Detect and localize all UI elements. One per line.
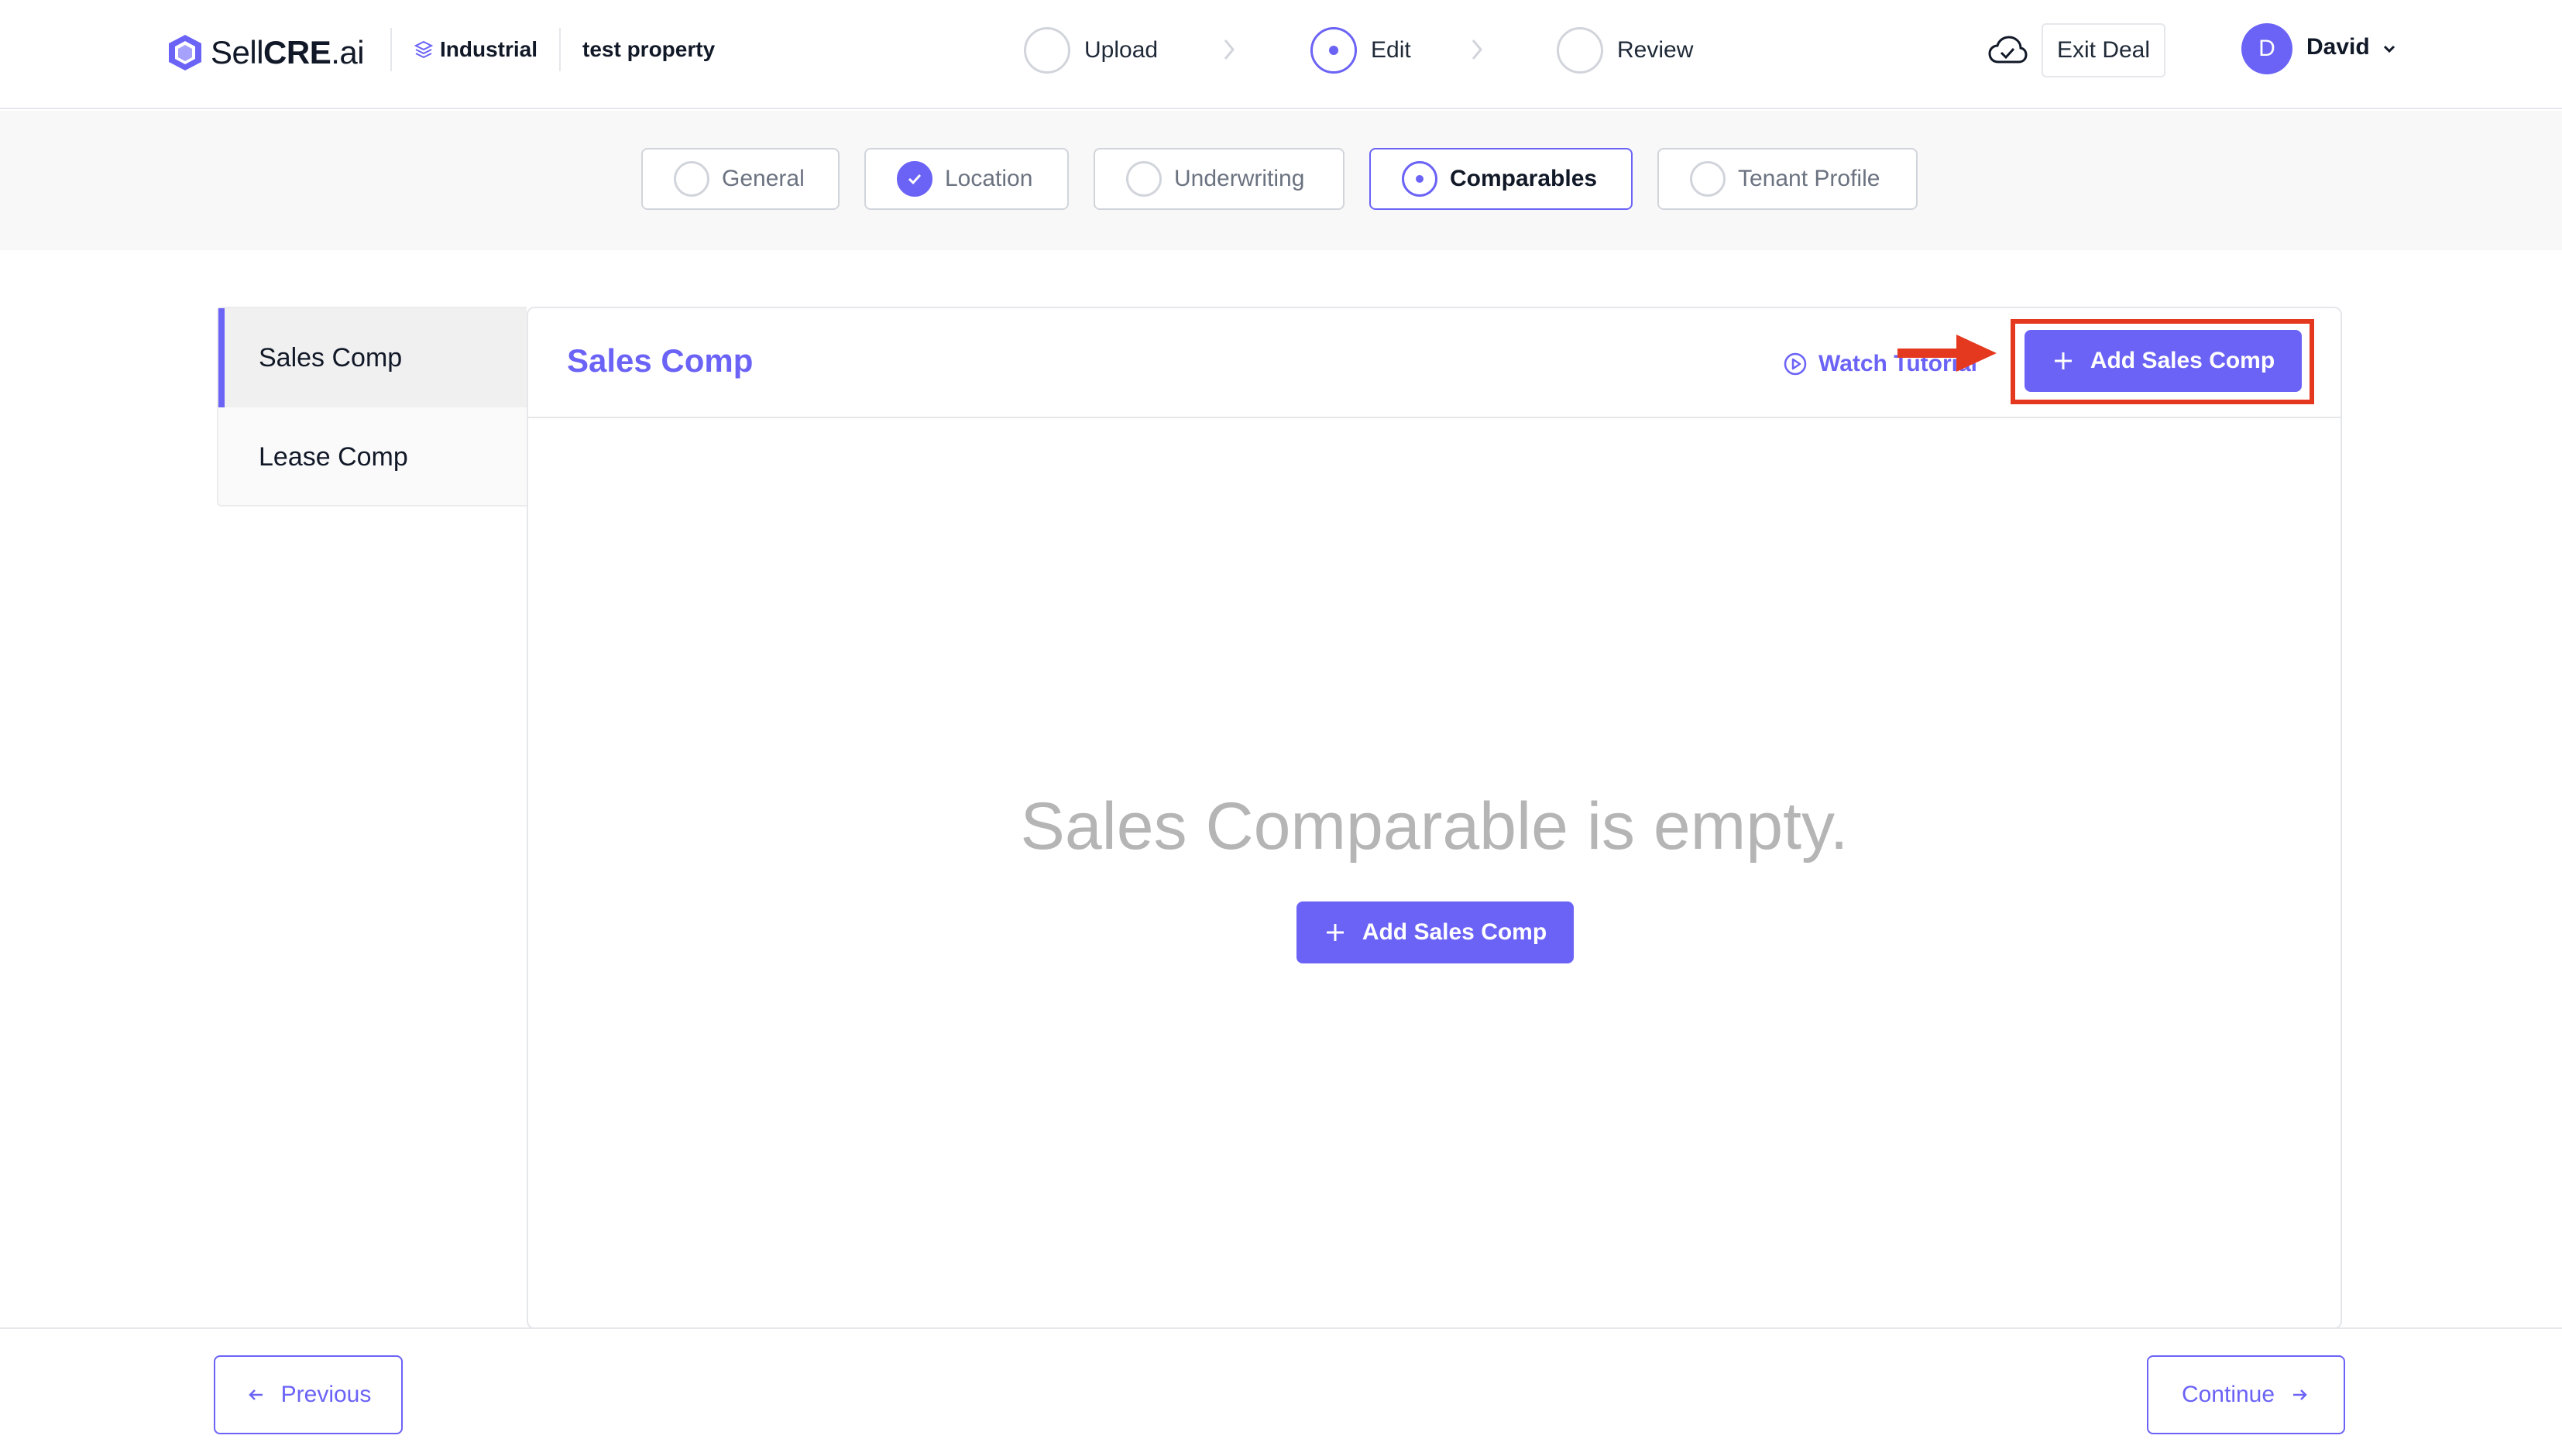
tab-tenant-profile[interactable]: Tenant Profile — [1657, 148, 1918, 210]
annotation-arrow-icon — [1897, 335, 1997, 372]
breadcrumb-property-name: test property — [582, 37, 716, 61]
arrow-right-icon — [2293, 1389, 2307, 1400]
arrow-left-icon — [248, 1389, 263, 1400]
user-name[interactable]: David — [2306, 34, 2370, 60]
logo-icon — [169, 35, 201, 70]
divider — [390, 28, 392, 71]
continue-button[interactable]: Continue — [2147, 1355, 2345, 1434]
plus-icon — [1326, 924, 1344, 941]
chevron-down-icon[interactable] — [2381, 40, 2398, 57]
exit-deal-button[interactable]: Exit Deal — [2042, 23, 2165, 77]
panel-header: Sales Comp Watch Tutorial Add Sales Comp — [528, 308, 2340, 418]
step-circle — [1557, 27, 1603, 74]
footer-nav: Previous Continue — [0, 1327, 2562, 1456]
tab-status-icon — [1690, 161, 1726, 197]
cloud-check-icon[interactable] — [1987, 34, 2028, 67]
logo-text: SellCRE.ai — [211, 34, 365, 70]
tab-underwriting[interactable]: Underwriting — [1094, 148, 1345, 210]
step-circle — [1024, 27, 1070, 74]
empty-add-sales-comp-button[interactable]: Add Sales Comp — [1296, 901, 1574, 963]
add-sales-comp-button[interactable]: Add Sales Comp — [2025, 330, 2302, 392]
step-circle — [1310, 27, 1357, 74]
layers-icon — [414, 40, 434, 59]
check-icon — [897, 161, 932, 197]
step-review[interactable]: Review — [1557, 26, 1693, 74]
panel-title: Sales Comp — [567, 342, 754, 379]
divider — [559, 28, 561, 71]
step-edit[interactable]: Edit — [1310, 26, 1411, 74]
tab-status-icon — [1402, 161, 1437, 197]
tab-comparables[interactable]: Comparables — [1369, 148, 1633, 210]
breadcrumb-property-type: Industrial — [414, 34, 537, 65]
tab-location[interactable]: Location — [864, 148, 1069, 210]
tab-status-icon — [674, 161, 709, 197]
sidebar-item-lease-comp[interactable]: Lease Comp — [218, 407, 527, 507]
tab-general[interactable]: General — [641, 148, 840, 210]
plus-icon — [2054, 352, 2072, 369]
avatar[interactable]: D — [2241, 23, 2292, 74]
play-circle-icon — [1784, 352, 1807, 376]
brand-logo[interactable]: SellCRE.ai — [167, 31, 365, 74]
empty-state-message: Sales Comparable is empty. — [1020, 789, 1849, 864]
sidebar-item-sales-comp[interactable]: Sales Comp — [218, 308, 527, 407]
sales-comp-panel: Sales Comp Watch Tutorial Add Sales Comp… — [527, 307, 2342, 1329]
section-tabs: General Location Underwriting Comparable… — [0, 111, 2562, 250]
step-upload[interactable]: Upload — [1024, 26, 1158, 74]
comp-type-nav: Sales Comp Lease Comp — [217, 307, 527, 507]
chevron-right-icon — [1224, 39, 1235, 60]
top-bar: SellCRE.ai Industrial test property Uplo… — [0, 0, 2562, 109]
previous-button[interactable]: Previous — [214, 1355, 403, 1434]
chevron-right-icon — [1472, 39, 1482, 60]
tab-status-icon — [1126, 161, 1162, 197]
